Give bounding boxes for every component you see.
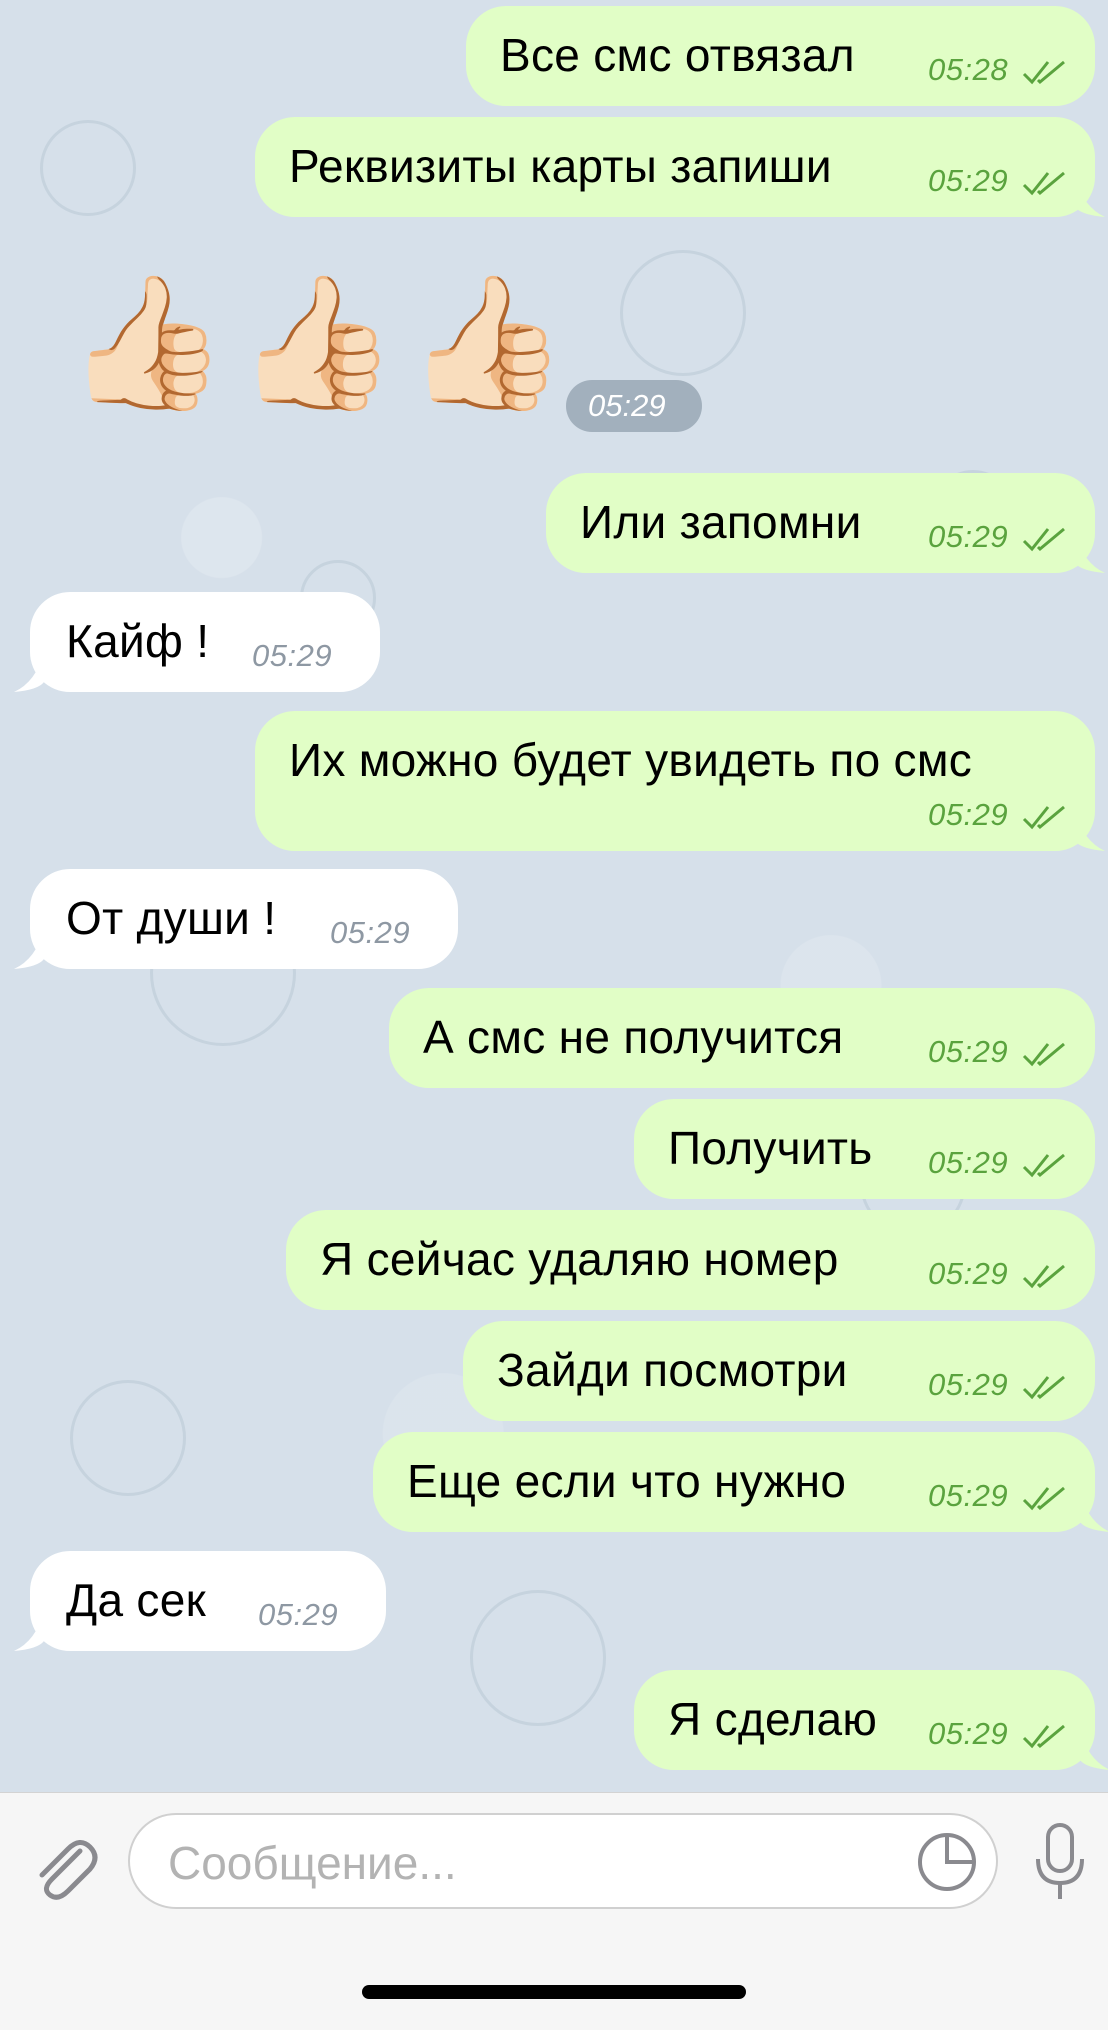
bubble-tail	[1075, 811, 1105, 851]
double-check-icon	[1022, 1486, 1065, 1511]
paperclip-icon[interactable]	[28, 1823, 98, 1903]
message-text: Или запомни	[580, 496, 862, 548]
incoming-message[interactable]: Да сек 05:29	[14, 1551, 386, 1651]
outgoing-message[interactable]: Зайди посмотри 05:29	[463, 1321, 1095, 1421]
message-time: 05:29	[928, 1145, 1009, 1180]
message-text: Зайди посмотри	[497, 1344, 848, 1396]
outgoing-message[interactable]: Я сделаю 05:29	[634, 1670, 1108, 1770]
message-time: 05:29	[928, 163, 1009, 198]
outgoing-message[interactable]: Или запомни 05:29	[546, 473, 1105, 573]
incoming-message[interactable]: Кайф ! 05:29	[14, 592, 380, 692]
message-time: 05:29	[928, 519, 1009, 554]
message-time: 05:29	[928, 1716, 1009, 1751]
message-input-box[interactable]	[128, 1813, 998, 1909]
message-text: Кайф !	[66, 615, 210, 667]
microphone-icon[interactable]	[1030, 1821, 1090, 1905]
wallpaper-doodle	[70, 1380, 186, 1496]
sticker-message[interactable]: 👍🏻👍🏻👍🏻 05:29	[66, 262, 706, 432]
message-time: 05:29	[928, 1256, 1009, 1291]
bubble-tail	[14, 1611, 44, 1651]
message-time: 05:29	[588, 388, 666, 423]
message-text: Их можно будет увидеть по смс	[289, 734, 973, 786]
bubble-tail	[14, 929, 44, 969]
message-text: Реквизиты карты запиши	[289, 140, 832, 192]
double-check-icon	[1022, 1375, 1065, 1400]
bubble-tail	[1075, 533, 1105, 573]
outgoing-message[interactable]: Я сейчас удаляю номер 05:29	[286, 1210, 1095, 1310]
message-text: А смс не получится	[423, 1011, 844, 1063]
double-check-icon	[1022, 1153, 1065, 1178]
sticker-icon[interactable]	[916, 1831, 978, 1893]
bubble-tail	[1075, 177, 1105, 217]
home-indicator	[362, 1985, 746, 1999]
double-check-icon	[1022, 60, 1065, 85]
chat-area[interactable]: Все смс отвязал 05:28 Реквизиты карты за…	[0, 0, 1108, 1792]
double-check-icon	[1022, 805, 1065, 830]
message-time: 05:29	[928, 1034, 1009, 1069]
incoming-message[interactable]: От души ! 05:29	[14, 869, 458, 969]
outgoing-message[interactable]: Еще если что нужно 05:29	[373, 1432, 1108, 1532]
message-input[interactable]	[166, 1833, 890, 1893]
bubble-tail	[14, 652, 44, 692]
double-check-icon	[1022, 1264, 1065, 1289]
double-check-icon	[1022, 1724, 1065, 1749]
message-text: Да сек	[66, 1574, 207, 1626]
message-composer	[0, 1792, 1108, 2030]
message-time: 05:29	[258, 1597, 339, 1632]
outgoing-message[interactable]: Все смс отвязал 05:28	[466, 6, 1095, 106]
message-time: 05:29	[928, 1478, 1009, 1513]
message-time: 05:29	[928, 1367, 1009, 1402]
outgoing-message[interactable]: Получить 05:29	[634, 1099, 1095, 1199]
message-text: Я сделаю	[668, 1693, 878, 1745]
message-time: 05:28	[928, 52, 1009, 87]
message-time: 05:29	[928, 797, 1009, 832]
wallpaper-doodle	[40, 120, 136, 216]
message-text: Еще если что нужно	[407, 1455, 847, 1507]
wallpaper-doodle	[470, 1590, 606, 1726]
message-text: Я сейчас удаляю номер	[320, 1233, 839, 1285]
outgoing-message[interactable]: А смс не получится 05:29	[389, 988, 1095, 1088]
message-text: Получить	[668, 1122, 873, 1174]
outgoing-message[interactable]: Их можно будет увидеть по смс 05:29	[255, 711, 1105, 851]
bubble-tail	[1080, 1492, 1108, 1532]
message-text: От души !	[66, 892, 277, 944]
message-time: 05:29	[330, 915, 411, 950]
thumbs-up-sticker: 👍🏻👍🏻👍🏻	[66, 269, 576, 415]
message-time: 05:29	[252, 638, 333, 673]
outgoing-message[interactable]: Реквизиты карты запиши 05:29	[255, 117, 1105, 217]
double-check-icon	[1022, 1042, 1065, 1067]
double-check-icon	[1022, 171, 1065, 196]
double-check-icon	[1022, 527, 1065, 552]
bubble-tail	[1080, 1730, 1108, 1770]
message-text: Все смс отвязал	[500, 29, 855, 81]
